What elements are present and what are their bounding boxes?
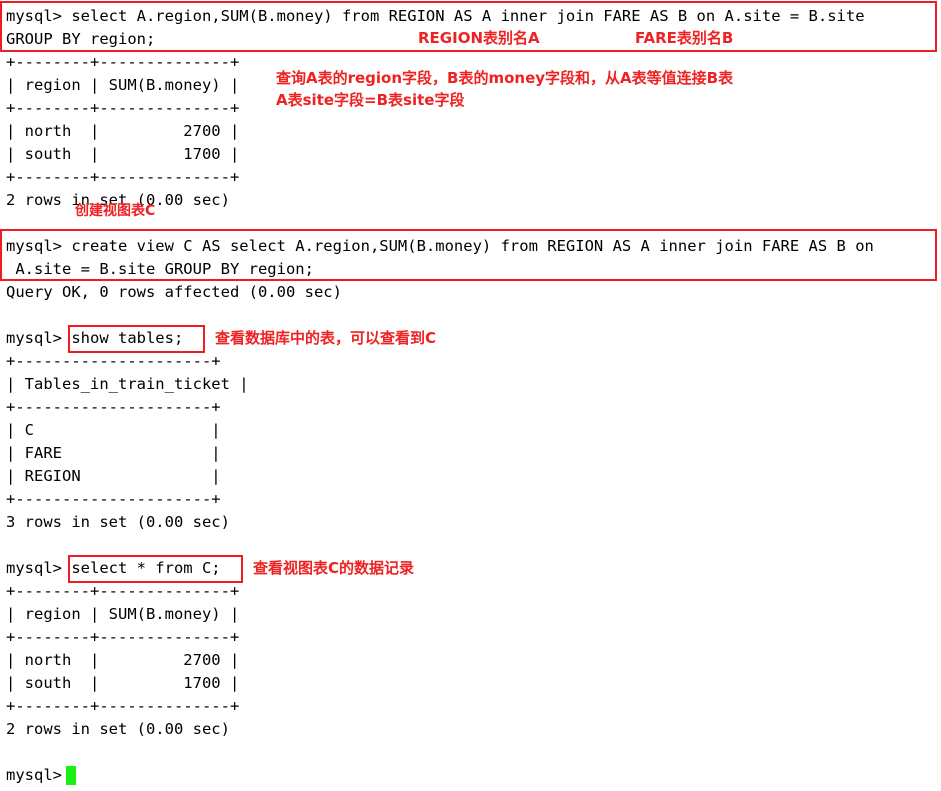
table-rule: +--------+--------------+: [6, 628, 240, 646]
table-row: | C |: [6, 421, 221, 439]
table-header-row: | region | SUM(B.money) |: [6, 605, 240, 623]
table-rule: +---------------------+: [6, 490, 221, 508]
result-footer: 2 rows in set (0.00 sec): [6, 720, 230, 738]
result-footer: Query OK, 0 rows affected (0.00 sec): [6, 283, 342, 301]
table-row: | FARE |: [6, 444, 221, 462]
table-rule: +---------------------+: [6, 398, 221, 416]
annotation-show-tables-label: 查看数据库中的表，可以查看到C: [215, 329, 437, 347]
terminal-line: A.site = B.site GROUP BY region;: [6, 260, 314, 278]
table-row: | REGION |: [6, 467, 221, 485]
table-row: | south | 1700 |: [6, 145, 240, 163]
annotation-query-explain-line1: 查询A表的region字段，B表的money字段和，从A表等值连接B表: [276, 69, 734, 87]
terminal-line: mysql> select * from C;: [6, 559, 221, 577]
prompt-line: mysql>: [6, 766, 62, 784]
table-rule: +---------------------+: [6, 352, 221, 370]
table-rule: +--------+--------------+: [6, 697, 240, 715]
table-header-row: | region | SUM(B.money) |: [6, 76, 240, 94]
table-row: | north | 2700 |: [6, 122, 240, 140]
annotation-select-view-label: 查看视图表C的数据记录: [253, 559, 415, 577]
annotation-create-view-label: 创建视图表C: [75, 203, 156, 219]
terminal-line: mysql> create view C AS select A.region,…: [6, 237, 874, 255]
terminal-line: mysql> select A.region,SUM(B.money) from…: [6, 7, 865, 25]
terminal-cursor: [66, 766, 76, 785]
terminal-line: GROUP BY region;: [6, 30, 156, 48]
annotation-region-alias: REGION表别名A: [418, 29, 540, 47]
table-row: | south | 1700 |: [6, 674, 240, 692]
table-header-row: | Tables_in_train_ticket |: [6, 375, 249, 393]
terminal-line: mysql> show tables;: [6, 329, 184, 347]
annotation-query-explain-line2: A表site字段=B表site字段: [276, 91, 465, 109]
table-rule: +--------+--------------+: [6, 582, 240, 600]
table-rule: +--------+--------------+: [6, 53, 240, 71]
terminal-output-area[interactable]: mysql> select A.region,SUM(B.money) from…: [0, 0, 941, 791]
table-rule: +--------+--------------+: [6, 99, 240, 117]
table-rule: +--------+--------------+: [6, 168, 240, 186]
result-footer: 3 rows in set (0.00 sec): [6, 513, 230, 531]
annotation-fare-alias: FARE表别名B: [635, 29, 734, 47]
table-row: | north | 2700 |: [6, 651, 240, 669]
